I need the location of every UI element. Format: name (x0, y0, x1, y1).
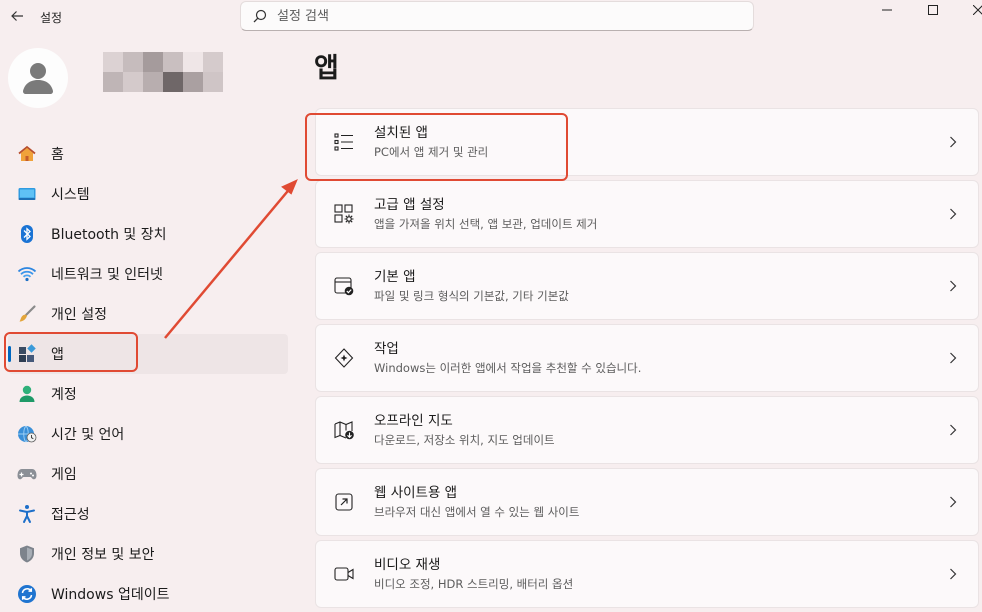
sidebar-item-label: 시간 및 언어 (51, 427, 125, 443)
sidebar-item-accessibility[interactable]: 접근성 (8, 494, 288, 534)
chevron-right-icon (946, 567, 960, 581)
card-title: 고급 앱 설정 (374, 197, 445, 213)
sidebar-item-label: 게임 (51, 467, 77, 483)
update-icon (17, 584, 37, 604)
profile-name-redacted (103, 52, 223, 92)
highlight-box-installed-apps (305, 113, 568, 181)
minimize-button[interactable] (864, 0, 910, 20)
card-subtitle: 다운로드, 저장소 위치, 지도 업데이트 (374, 433, 555, 447)
map-icon (332, 418, 356, 442)
app-title: 설정 (40, 11, 63, 25)
gamepad-icon (17, 464, 37, 484)
sidebar-item-label: 계정 (51, 387, 77, 403)
maximize-icon (928, 5, 938, 15)
chevron-right-icon (946, 423, 960, 437)
sidebar-item-label: 시스템 (51, 187, 90, 203)
redaction-pixel (183, 52, 203, 72)
redaction-pixel (103, 52, 123, 72)
sidebar-item-label: 개인 설정 (51, 307, 107, 323)
redaction-pixel (123, 72, 143, 92)
card-title: 기본 앱 (374, 269, 416, 285)
shield-icon (17, 544, 37, 564)
search-icon (253, 9, 267, 23)
sidebar-item-label: 네트워크 및 인터넷 (51, 267, 163, 283)
card-title: 오프라인 지도 (374, 413, 453, 429)
page-title: 앱 (314, 53, 339, 84)
home-icon (17, 144, 37, 164)
search-box[interactable] (240, 1, 754, 31)
card-subtitle: 파일 및 링크 형식의 기본값, 기타 기본값 (374, 289, 569, 303)
card-title: 웹 사이트용 앱 (374, 485, 458, 501)
default-apps-icon (332, 274, 356, 298)
video-icon (332, 562, 356, 586)
chevron-right-icon (946, 135, 960, 149)
card-apps-for-websites[interactable]: 웹 사이트용 앱 브라우저 대신 앱에서 열 수 있는 웹 사이트 (315, 468, 979, 536)
sidebar-item-network[interactable]: 네트워크 및 인터넷 (8, 254, 288, 294)
system-icon (17, 184, 37, 204)
sidebar-item-home[interactable]: 홈 (8, 134, 288, 174)
chevron-right-icon (946, 495, 960, 509)
card-subtitle: 비디오 조정, HDR 스트리밍, 배터리 옵션 (374, 577, 574, 591)
accessibility-icon (17, 504, 37, 524)
card-title: 비디오 재생 (374, 557, 441, 573)
sidebar-item-label: 홈 (51, 147, 64, 163)
bluetooth-icon (17, 224, 37, 244)
redaction-pixel (123, 52, 143, 72)
highlight-box-apps-nav (4, 332, 138, 372)
close-button[interactable] (955, 0, 982, 20)
maximize-button[interactable] (910, 0, 956, 20)
card-subtitle: 브라우저 대신 앱에서 열 수 있는 웹 사이트 (374, 505, 580, 519)
card-video-playback[interactable]: 비디오 재생 비디오 조정, HDR 스트리밍, 배터리 옵션 (315, 540, 979, 608)
redaction-pixel (203, 52, 223, 72)
close-icon (973, 5, 982, 15)
card-default-apps[interactable]: 기본 앱 파일 및 링크 형식의 기본값, 기타 기본값 (315, 252, 979, 320)
redaction-pixel (103, 72, 123, 92)
redaction-pixel (183, 72, 203, 92)
redaction-pixel (143, 52, 163, 72)
chevron-right-icon (946, 351, 960, 365)
back-button[interactable] (6, 5, 28, 27)
card-advanced-app-settings[interactable]: 고급 앱 설정 앱을 가져올 위치 선택, 앱 보관, 업데이트 제거 (315, 180, 979, 248)
sidebar-item-label: 접근성 (51, 507, 90, 523)
sidebar-nav: 홈 시스템 Bluetooth 및 장치 네트워크 및 인터넷 개인 설정 앱 (8, 134, 288, 612)
sidebar-item-label: 개인 정보 및 보안 (51, 547, 155, 563)
chevron-right-icon (946, 279, 960, 293)
card-offline-maps[interactable]: 오프라인 지도 다운로드, 저장소 위치, 지도 업데이트 (315, 396, 979, 464)
sidebar-item-system[interactable]: 시스템 (8, 174, 288, 214)
back-arrow-icon (11, 11, 23, 21)
sidebar-item-label: Windows 업데이트 (51, 587, 170, 603)
redaction-pixel (143, 72, 163, 92)
brush-icon (17, 304, 37, 324)
sparkle-icon (332, 346, 356, 370)
sidebar-item-personalization[interactable]: 개인 설정 (8, 294, 288, 334)
avatar[interactable] (8, 48, 68, 108)
app-settings-icon (332, 202, 356, 226)
sidebar-item-gaming[interactable]: 게임 (8, 454, 288, 494)
sidebar-item-windows-update[interactable]: Windows 업데이트 (8, 574, 288, 612)
sidebar-item-privacy[interactable]: 개인 정보 및 보안 (8, 534, 288, 574)
open-external-icon (332, 490, 356, 514)
sidebar-item-accounts[interactable]: 계정 (8, 374, 288, 414)
account-icon (17, 384, 37, 404)
chevron-right-icon (946, 207, 960, 221)
title-bar: 설정 (0, 0, 982, 34)
redaction-pixel (163, 52, 183, 72)
card-subtitle: 앱을 가져올 위치 선택, 앱 보관, 업데이트 제거 (374, 217, 598, 231)
sidebar-item-bluetooth[interactable]: Bluetooth 및 장치 (8, 214, 288, 254)
card-subtitle: Windows는 이러한 앱에서 작업을 추천할 수 있습니다. (374, 361, 642, 375)
minimize-icon (882, 9, 892, 11)
card-title: 작업 (374, 341, 399, 357)
settings-card-list: 설치된 앱 PC에서 앱 제거 및 관리 고급 앱 설정 앱을 가져올 위치 선… (315, 108, 979, 612)
globe-clock-icon (17, 424, 37, 444)
sidebar-item-label: Bluetooth 및 장치 (51, 227, 167, 243)
redaction-pixel (163, 72, 183, 92)
wifi-icon (17, 264, 37, 284)
sidebar-item-time-language[interactable]: 시간 및 언어 (8, 414, 288, 454)
user-icon (23, 63, 53, 94)
card-actions[interactable]: 작업 Windows는 이러한 앱에서 작업을 추천할 수 있습니다. (315, 324, 979, 392)
redaction-pixel (203, 72, 223, 92)
search-input[interactable] (277, 8, 697, 24)
